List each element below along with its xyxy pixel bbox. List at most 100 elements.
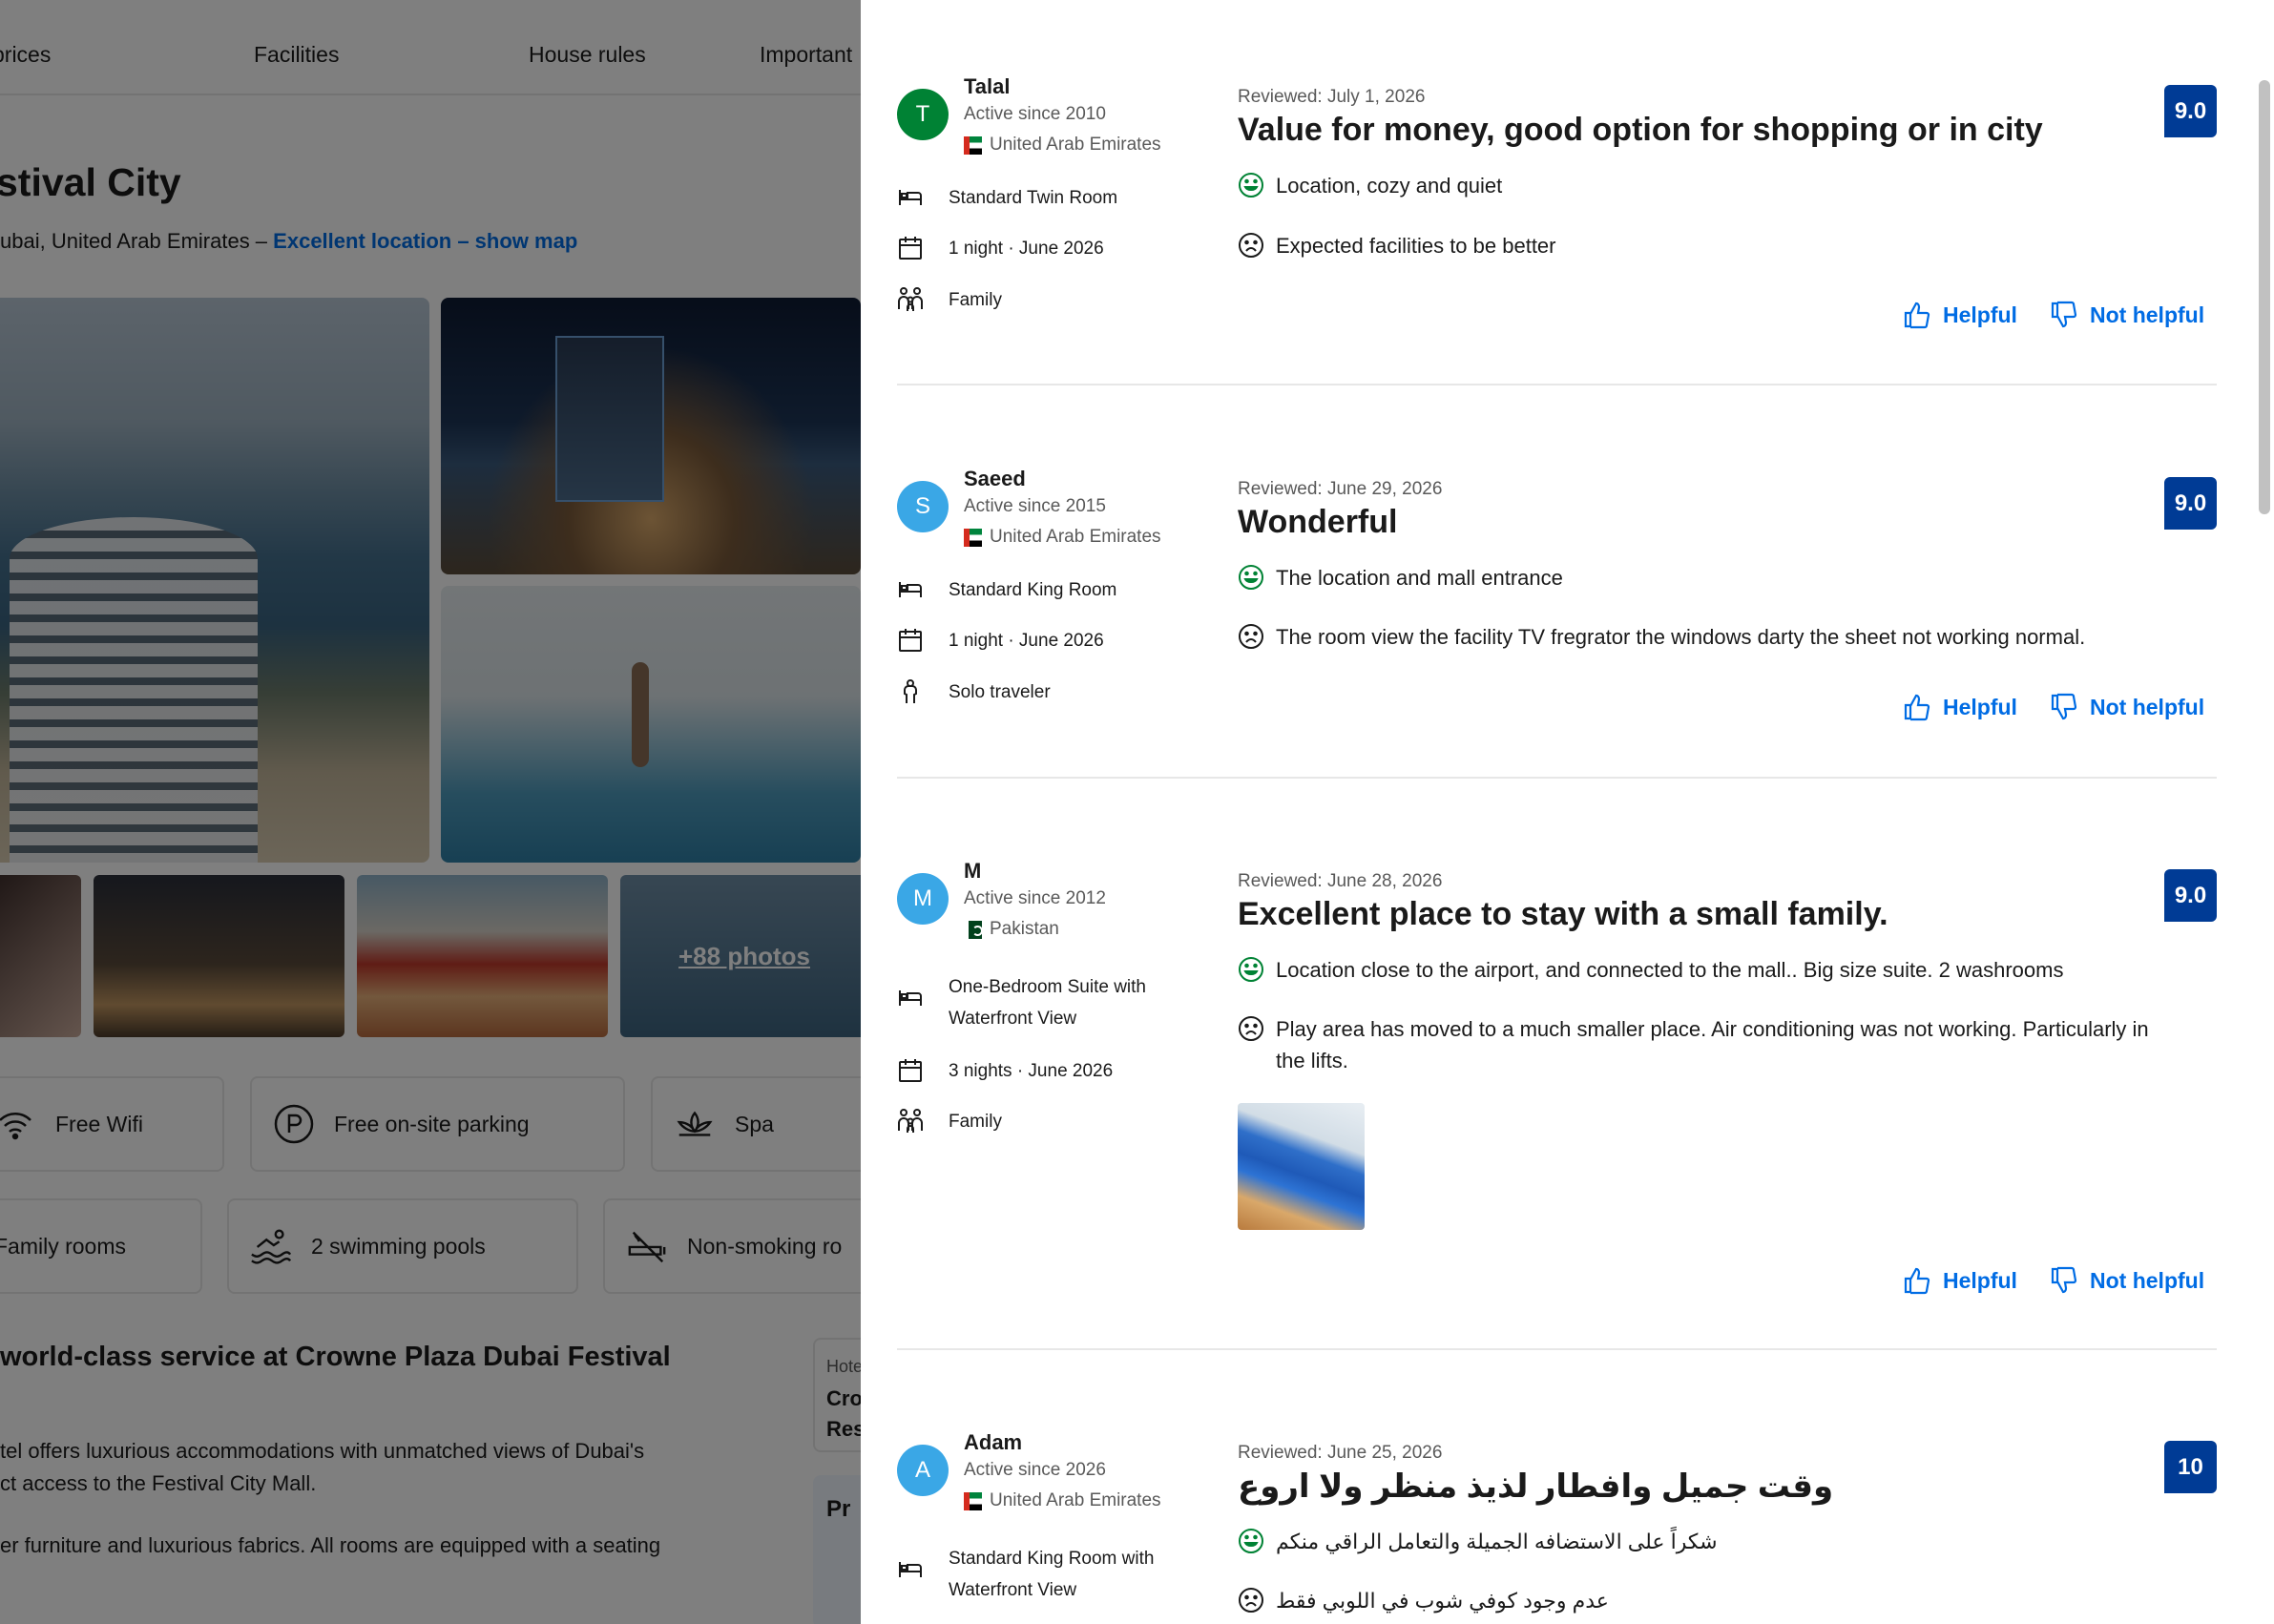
room-type-text: Standard King Room <box>949 580 1117 600</box>
sad-face-icon <box>1239 233 1263 258</box>
bed-icon <box>899 990 922 1006</box>
uae-flag-icon <box>964 135 982 155</box>
review-date: Reviewed: June 28, 2026 <box>1238 871 1443 891</box>
reviewer-name: Talal <box>964 74 1011 98</box>
reviewer-country: United Arab Emirates <box>964 527 1161 548</box>
review-date: Reviewed: June 29, 2026 <box>1238 479 1443 499</box>
traveler-type-text: Family <box>949 1112 1002 1132</box>
review-date: Reviewed: June 25, 2026 <box>1238 1443 1443 1463</box>
traveler-type-text: Family <box>949 290 1002 310</box>
stay-info-text: 3 nights · June 2026 <box>949 1061 1114 1081</box>
negative-text: عدم وجود كوفي شوب في اللوبي فقط <box>1276 1589 1609 1613</box>
pakistan-flag-icon <box>964 920 983 939</box>
family-icon <box>898 287 923 311</box>
negative-line: Play area has moved to a much smaller pl… <box>1276 1017 2149 1041</box>
helpful-button[interactable]: Helpful <box>1903 693 2017 721</box>
reviewer-name: Saeed <box>964 467 1026 490</box>
reviewer-country: Pakistan <box>964 919 1059 940</box>
bed-icon <box>899 1562 922 1577</box>
room-type: Standard King Room <box>897 574 1178 606</box>
stay-info: 3 nights · June 2026 <box>897 1055 1178 1087</box>
review-title: Wonderful <box>1238 504 1398 540</box>
not-helpful-button[interactable]: Not helpful <box>2050 1266 2204 1295</box>
happy-face-icon <box>1239 957 1263 982</box>
negative-line: the lifts. <box>1276 1049 1348 1072</box>
happy-face-icon <box>1239 565 1263 590</box>
room-type-line: One-Bedroom Suite with <box>949 977 1146 997</box>
room-type-line: Waterfront View <box>949 1009 1077 1029</box>
review-divider <box>897 384 2217 385</box>
country-name: United Arab Emirates <box>990 1490 1161 1510</box>
room-type-text: Standard Twin Room <box>949 188 1118 208</box>
room-type: One-Bedroom Suite with Waterfront View <box>897 971 1178 1034</box>
bed-icon <box>899 190 922 205</box>
happy-face-icon <box>1239 1529 1263 1553</box>
review-score: 9.0 <box>2164 85 2217 137</box>
thumbs-down-icon <box>2051 693 2077 720</box>
calendar-icon <box>899 1059 922 1082</box>
room-type-line: Waterfront View <box>949 1580 1077 1600</box>
thumbs-up-icon <box>1904 1267 1930 1295</box>
thumbs-up-icon <box>1904 302 1930 329</box>
review-score: 9.0 <box>2164 869 2217 922</box>
positive-text: The location and mall entrance <box>1276 566 1563 590</box>
review-score: 9.0 <box>2164 477 2217 530</box>
avatar: T <box>897 89 949 140</box>
review-negative: The room view the facility TV fregrator … <box>1238 621 2201 653</box>
review-positive: Location, cozy and quiet <box>1238 170 2201 201</box>
solo-traveler-icon <box>904 679 917 703</box>
stay-info: 1 night · June 2026 <box>897 625 1178 656</box>
sad-face-icon <box>1239 1588 1263 1613</box>
reviewer-active-since: Active since 2012 <box>964 888 1106 908</box>
review-date: Reviewed: July 1, 2026 <box>1238 87 1426 107</box>
room-type-text: One-Bedroom Suite with Waterfront View <box>949 971 1178 1034</box>
reviewer-name: Adam <box>964 1430 1023 1454</box>
family-icon <box>898 1109 923 1133</box>
country-name: United Arab Emirates <box>990 135 1161 155</box>
avatar: A <box>897 1445 949 1496</box>
panel-scrollbar[interactable] <box>2259 80 2270 514</box>
calendar-icon <box>899 629 922 652</box>
reviewer-name: M <box>964 859 982 883</box>
stay-info: 1 night · June 2026 <box>897 233 1178 264</box>
not-helpful-label: Not helpful <box>2090 1267 2205 1293</box>
review-title: Excellent place to stay with a small fam… <box>1238 896 1888 932</box>
helpful-button[interactable]: Helpful <box>1903 1266 2017 1295</box>
country-name: Pakistan <box>990 919 1059 939</box>
negative-text: Play area has moved to a much smaller pl… <box>1276 1013 2149 1076</box>
helpful-button[interactable]: Helpful <box>1903 301 2017 329</box>
reviews-side-panel: T Talal Active since 2010 United Arab Em… <box>861 0 2274 1624</box>
thumbs-up-icon <box>1904 694 1930 721</box>
thumbs-down-icon <box>2051 301 2077 328</box>
not-helpful-button[interactable]: Not helpful <box>2050 693 2204 721</box>
thumbs-down-icon <box>2051 1266 2077 1294</box>
helpful-label: Helpful <box>1943 694 2017 719</box>
review-title: وقت جميل وافطار لذيذ منظر ولا اروع <box>1238 1468 1834 1505</box>
sad-face-icon <box>1239 624 1263 649</box>
not-helpful-button[interactable]: Not helpful <box>2050 301 2204 329</box>
calendar-icon <box>899 237 922 260</box>
avatar: S <box>897 481 949 532</box>
review-title: Value for money, good option for shoppin… <box>1238 112 2043 148</box>
not-helpful-label: Not helpful <box>2090 694 2205 719</box>
modal-backdrop[interactable] <box>0 0 861 1624</box>
review-negative: Expected facilities to be better <box>1238 230 2201 261</box>
traveler-type: Family <box>897 1106 1178 1137</box>
stay-info-text: 1 night · June 2026 <box>949 631 1104 651</box>
uae-flag-icon <box>964 528 982 547</box>
sad-face-icon <box>1239 1016 1263 1041</box>
review-positive: Location close to the airport, and conne… <box>1238 954 2201 986</box>
review-divider <box>897 1348 2217 1350</box>
review-negative: Play area has moved to a much smaller pl… <box>1238 1013 2201 1076</box>
stay-info-text: 1 night · June 2026 <box>949 239 1104 259</box>
traveler-type: Solo traveler <box>897 677 1178 708</box>
room-type: Standard Twin Room <box>897 182 1178 214</box>
positive-text: Location close to the airport, and conne… <box>1276 958 2064 982</box>
negative-text: Expected facilities to be better <box>1276 234 1556 258</box>
traveler-type: Family <box>897 284 1178 316</box>
review-negative: عدم وجود كوفي شوب في اللوبي فقط <box>1238 1585 2201 1616</box>
review-divider <box>897 777 2217 779</box>
reviewer-active-since: Active since 2015 <box>964 496 1106 516</box>
reviewer-active-since: Active since 2026 <box>964 1460 1106 1480</box>
review-photo-thumbnail[interactable] <box>1238 1103 1365 1230</box>
